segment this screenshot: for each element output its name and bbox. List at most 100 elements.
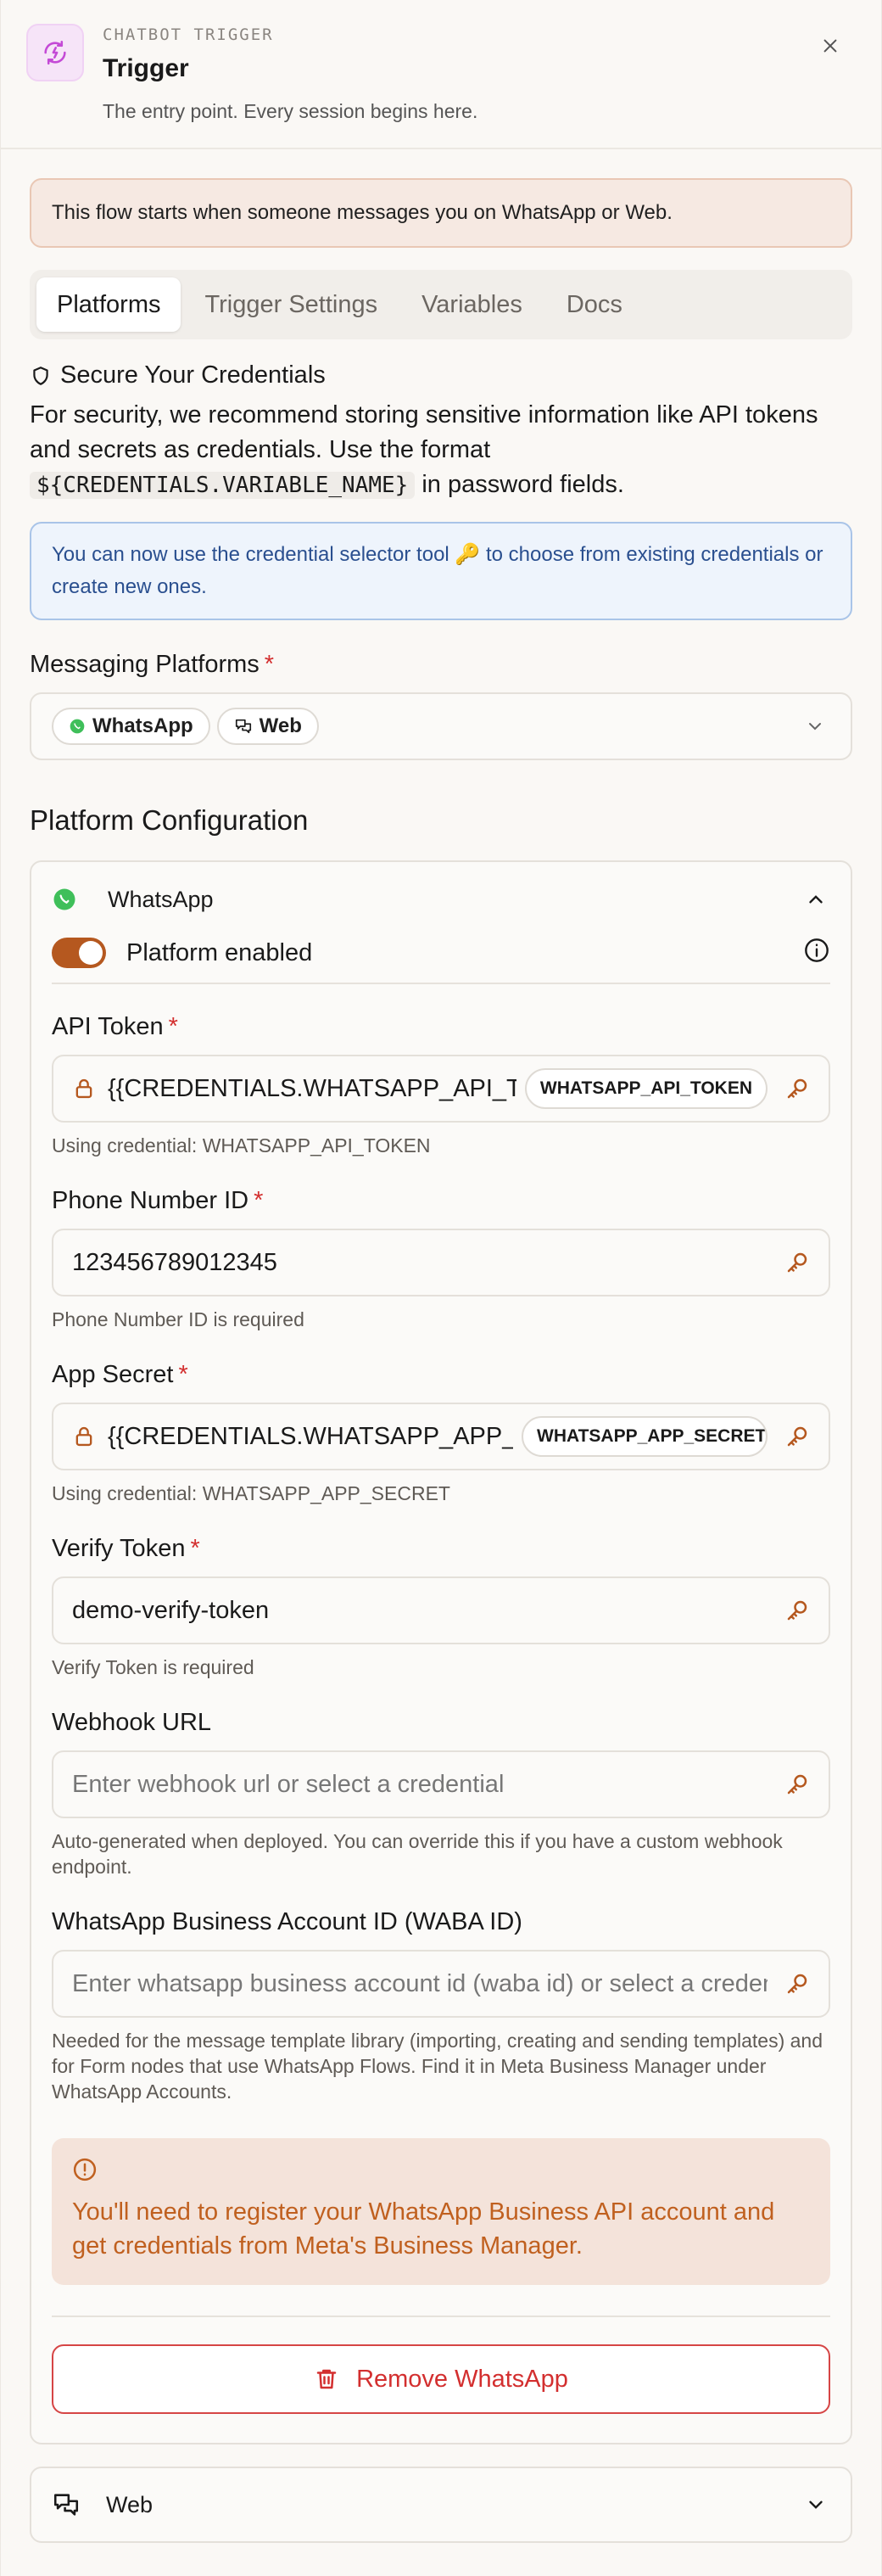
key-icon[interactable] bbox=[784, 1971, 810, 1996]
phone-number-id-label-text: Phone Number ID bbox=[52, 1187, 249, 1214]
info-icon[interactable] bbox=[803, 937, 830, 964]
messaging-platforms-label-text: Messaging Platforms bbox=[30, 651, 260, 678]
app-secret-label: App Secret * bbox=[52, 1361, 830, 1389]
key-icon[interactable] bbox=[784, 1772, 810, 1797]
app-secret-input[interactable] bbox=[108, 1422, 513, 1451]
whatsapp-icon bbox=[53, 888, 75, 910]
required-mark: * bbox=[254, 1187, 264, 1214]
platform-enabled-row: Platform enabled bbox=[52, 937, 830, 983]
api-token-label: API Token * bbox=[52, 1013, 830, 1041]
key-icon[interactable] bbox=[784, 1076, 810, 1101]
chip-whatsapp-label: WhatsApp bbox=[92, 714, 193, 737]
phone-number-id-input-wrapper bbox=[52, 1229, 830, 1296]
required-mark: * bbox=[168, 1013, 178, 1040]
messaging-platforms-label: Messaging Platforms * bbox=[30, 651, 852, 679]
flow-notice-text: This flow starts when someone messages y… bbox=[52, 201, 673, 224]
info-icon bbox=[73, 2158, 97, 2181]
security-text: For security, we recommend storing sensi… bbox=[30, 398, 852, 503]
app-secret-help: Using credential: WHATSAPP_APP_SECRET bbox=[52, 1482, 450, 1504]
phone-number-id-field: Phone Number ID* Phone Number ID is requ… bbox=[52, 1187, 830, 1332]
platform-enabled-label: Platform enabled bbox=[126, 938, 313, 966]
remove-whatsapp-label: Remove WhatsApp bbox=[356, 2365, 568, 2393]
chip-whatsapp[interactable]: WhatsApp bbox=[52, 708, 210, 745]
chip-web[interactable]: Web bbox=[216, 708, 319, 745]
api-token-input-wrapper: WHATSAPP_API_TOKEN bbox=[52, 1055, 830, 1123]
webhook-url-input[interactable] bbox=[72, 1770, 768, 1799]
security-heading: Secure Your Credentials bbox=[30, 361, 852, 389]
webhook-url-input-wrapper bbox=[52, 1750, 830, 1818]
remove-whatsapp-button[interactable]: Remove WhatsApp bbox=[52, 2344, 830, 2414]
waba-id-label: WhatsApp Business Account ID (WABA ID) bbox=[52, 1908, 522, 1935]
api-token-label-text: API Token bbox=[52, 1013, 164, 1040]
credentials-format-code: ${CREDENTIALS.VARIABLE_NAME} bbox=[30, 472, 416, 499]
webhook-url-field: Webhook URL Auto-generated when deployed… bbox=[52, 1709, 830, 1879]
flow-notice: This flow starts when someone messages y… bbox=[30, 178, 852, 248]
api-token-credential-chip[interactable]: WHATSAPP_API_TOKEN bbox=[524, 1068, 768, 1109]
verify-token-label-text: Verify Token bbox=[52, 1535, 186, 1562]
app-secret-label-text: App Secret bbox=[52, 1361, 174, 1388]
phone-number-id-label: Phone Number ID * bbox=[52, 1187, 830, 1215]
tab-docs[interactable]: Docs bbox=[546, 277, 643, 332]
trigger-panel: CHATBOT TRIGGER Trigger The entry point.… bbox=[0, 0, 882, 2576]
whatsapp-icon bbox=[70, 719, 85, 734]
api-token-field: API Token* WHATSAPP_API_TOKEN Using cred… bbox=[52, 1013, 830, 1158]
header-subtitle: The entry point. Every session begins he… bbox=[103, 100, 478, 122]
close-icon bbox=[823, 39, 837, 53]
whatsapp-registration-warning: You'll need to register your WhatsApp Bu… bbox=[52, 2138, 830, 2285]
webhook-url-label: Webhook URL bbox=[52, 1709, 212, 1736]
whatsapp-registration-warning-text: You'll need to register your WhatsApp Bu… bbox=[72, 2198, 775, 2260]
close-button[interactable] bbox=[815, 31, 846, 61]
verify-token-input[interactable] bbox=[72, 1596, 768, 1625]
api-token-input[interactable] bbox=[108, 1074, 516, 1103]
whatsapp-card-header[interactable]: WhatsApp bbox=[52, 862, 830, 937]
waba-id-field: WhatsApp Business Account ID (WABA ID) N… bbox=[52, 1908, 830, 2104]
waba-id-input[interactable] bbox=[72, 1969, 768, 1998]
chat-bubbles-icon bbox=[235, 719, 251, 734]
verify-token-label: Verify Token * bbox=[52, 1535, 830, 1563]
chevron-up-icon[interactable] bbox=[805, 888, 827, 910]
credential-selector-info: You can now use the credential selector … bbox=[30, 522, 852, 620]
chat-bubbles-icon bbox=[53, 2494, 79, 2516]
chevron-down-icon[interactable] bbox=[805, 2494, 827, 2516]
lock-icon bbox=[75, 1426, 92, 1447]
verify-token-input-wrapper bbox=[52, 1576, 830, 1644]
web-config-card[interactable]: Web bbox=[30, 2467, 852, 2543]
security-text-before: For security, we recommend storing sensi… bbox=[30, 401, 818, 463]
security-text-after: in password fields. bbox=[421, 471, 624, 498]
credential-selector-info-text: You can now use the credential selector … bbox=[52, 543, 823, 598]
card-divider bbox=[52, 983, 830, 984]
tab-bar: Platforms Trigger Settings Variables Doc… bbox=[30, 270, 852, 339]
key-icon[interactable] bbox=[784, 1598, 810, 1623]
header-kicker: CHATBOT TRIGGER bbox=[103, 25, 274, 44]
trigger-icon bbox=[26, 24, 84, 81]
messaging-platforms-select[interactable]: WhatsApp Web bbox=[30, 692, 852, 760]
api-token-help: Using credential: WHATSAPP_API_TOKEN bbox=[52, 1134, 431, 1156]
phone-number-id-help: Phone Number ID is required bbox=[52, 1308, 304, 1330]
verify-token-help: Verify Token is required bbox=[52, 1656, 254, 1678]
app-secret-credential-chip[interactable]: WHATSAPP_APP_SECRET bbox=[522, 1416, 768, 1457]
chip-web-label: Web bbox=[259, 714, 302, 737]
phone-number-id-input[interactable] bbox=[72, 1248, 768, 1277]
shield-icon bbox=[33, 366, 48, 385]
panel-content: This flow starts when someone messages y… bbox=[1, 149, 881, 2543]
tab-trigger-settings[interactable]: Trigger Settings bbox=[184, 277, 398, 332]
required-mark: * bbox=[190, 1535, 200, 1562]
waba-id-help: Needed for the message template library … bbox=[52, 2030, 823, 2103]
whatsapp-config-card: WhatsApp Platform enabled API Token* WHA… bbox=[30, 860, 852, 2444]
chevron-down-icon bbox=[809, 723, 821, 731]
tab-platforms[interactable]: Platforms bbox=[36, 277, 181, 332]
app-secret-field: App Secret* WHATSAPP_APP_SECRET Using cr… bbox=[52, 1361, 830, 1506]
platform-configuration-heading: Platform Configuration bbox=[30, 804, 309, 836]
key-icon[interactable] bbox=[784, 1424, 810, 1449]
lock-icon bbox=[75, 1078, 92, 1099]
webhook-url-help: Auto-generated when deployed. You can ov… bbox=[52, 1830, 783, 1878]
key-icon[interactable] bbox=[784, 1250, 810, 1275]
platform-enabled-toggle[interactable] bbox=[52, 938, 106, 968]
verify-token-field: Verify Token* Verify Token is required bbox=[52, 1535, 830, 1680]
tab-variables[interactable]: Variables bbox=[401, 277, 543, 332]
panel-header: CHATBOT TRIGGER Trigger The entry point.… bbox=[1, 0, 881, 149]
card-divider bbox=[52, 2316, 830, 2317]
whatsapp-card-title: WhatsApp bbox=[108, 886, 214, 912]
required-mark: * bbox=[264, 651, 275, 678]
required-mark: * bbox=[178, 1361, 188, 1388]
